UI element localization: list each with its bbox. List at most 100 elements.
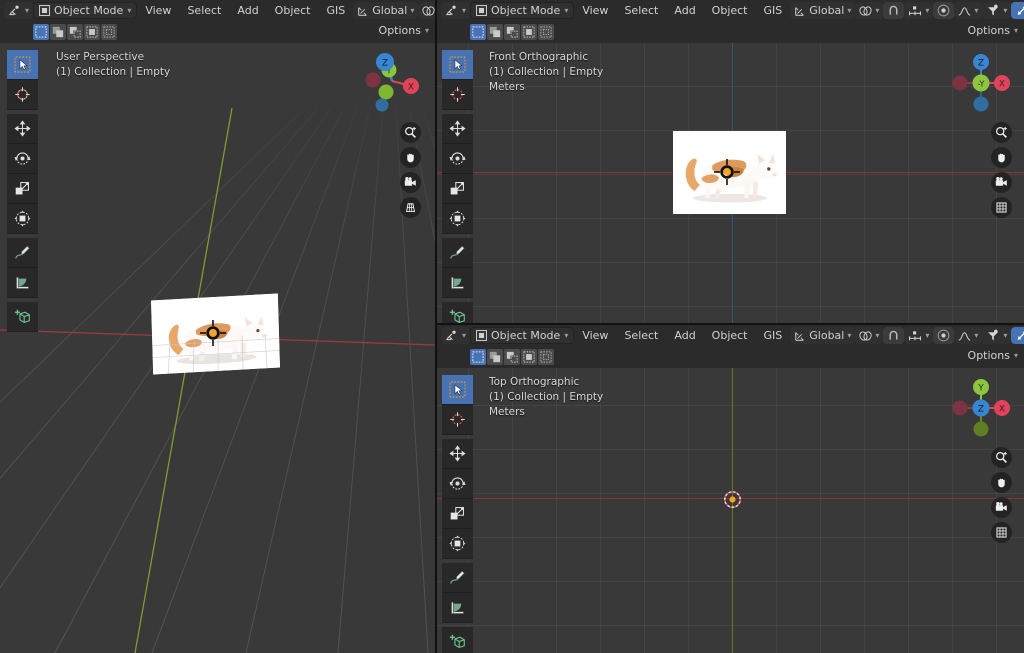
tool-rotate[interactable] [442,144,473,174]
mode-selector[interactable]: Object Mode ▾ [470,327,575,344]
pan-nav-button[interactable] [991,472,1012,493]
menu-add[interactable]: Add [666,328,703,343]
axis-gizmo-front[interactable]: X Z -Y [946,48,1016,118]
tool-cursor[interactable] [7,80,38,110]
tool-transform[interactable] [442,204,473,234]
nav-buttons-left[interactable] [400,122,421,218]
menu-view[interactable]: View [137,3,179,18]
snap-magnet-toggle[interactable] [883,2,905,19]
pivot-point-selector[interactable]: ▾ [418,2,435,19]
viewport-header-top[interactable]: ▾ Object Mode ▾ View Select Add Object G… [437,325,1024,368]
proportional-editing-toggle[interactable] [933,327,955,344]
viewport-front-orthographic[interactable]: Front Orthographic (1) Collection | Empt… [437,0,1024,323]
zoom-nav-button[interactable] [991,447,1012,468]
tool-scale[interactable] [7,174,38,204]
tool-move[interactable] [7,114,38,144]
header-row-main[interactable]: ▾ Object Mode ▾ View Select Add Object G… [437,325,1024,346]
header-row-selectmodes[interactable]: Options ▾ [0,21,435,43]
lasso-select-mode[interactable] [521,24,537,40]
menu-object[interactable]: Object [267,3,319,18]
tool-move[interactable] [442,439,473,469]
camera-view-button[interactable] [991,497,1012,518]
transform-orientation-selector[interactable]: Global ▾ [790,327,856,344]
tool-add-cube[interactable] [442,302,473,323]
toggle-ortho-button[interactable] [991,522,1012,543]
zoom-nav-button[interactable] [991,122,1012,143]
proportional-falloff-selector[interactable]: ▾ [954,327,983,344]
snap-target-selector[interactable]: ▾ [904,327,934,344]
tool-scale[interactable] [442,499,473,529]
menu-view[interactable]: View [574,3,616,18]
nav-buttons-front[interactable] [991,122,1012,218]
viewport-user-perspective[interactable]: User Perspective (1) Collection | Empty [0,0,435,653]
circle-select-mode[interactable] [504,349,520,365]
tool-scale[interactable] [442,174,473,204]
gizmo-toggle[interactable] [1011,2,1024,19]
select-extend-mode[interactable] [538,349,554,365]
pan-nav-button[interactable] [991,147,1012,168]
tool-transform[interactable] [442,529,473,559]
options-dropdown-top[interactable]: Options ▾ [968,349,1018,362]
tool-add-cube[interactable] [7,302,38,332]
box-select-mode[interactable] [487,349,503,365]
mode-selector[interactable]: Object Mode ▾ [33,2,138,19]
tool-tweak[interactable] [7,50,38,80]
snap-target-selector[interactable]: ▾ [904,2,934,19]
proportional-falloff-selector[interactable]: ▾ [954,2,983,19]
nav-buttons-top[interactable] [991,447,1012,543]
tweak-select-mode[interactable] [470,349,486,365]
viewport-header-left[interactable]: ▾ Object Mode ▾ View Select Add Object G… [0,0,435,43]
menu-view[interactable]: View [574,328,616,343]
header-row-main[interactable]: ▾ Object Mode ▾ View Select Add Object G… [0,0,435,21]
tool-move[interactable] [442,114,473,144]
tool-rotate[interactable] [7,144,38,174]
menu-add[interactable]: Add [666,3,703,18]
tool-annotate[interactable] [442,563,473,593]
box-select-mode[interactable] [487,24,503,40]
axis-gizmo-left[interactable]: X Y Z [359,48,425,114]
mode-selector[interactable]: Object Mode ▾ [470,2,575,19]
select-mode-group[interactable] [470,24,554,40]
tool-measure[interactable] [7,268,38,298]
tool-cursor[interactable] [442,80,473,110]
transform-orientation-selector[interactable]: Global ▾ [790,2,856,19]
menu-object[interactable]: Object [704,3,756,18]
menu-gis[interactable]: GIS [319,3,354,18]
select-mode-group[interactable] [33,24,117,40]
circle-select-mode[interactable] [67,24,83,40]
tool-measure[interactable] [442,268,473,298]
tool-measure[interactable] [442,593,473,623]
tool-rotate[interactable] [442,469,473,499]
select-mode-group[interactable] [470,349,554,365]
tool-add-cube[interactable] [442,627,473,653]
editor-type-icon[interactable]: ▾ [441,2,471,19]
menu-object[interactable]: Object [704,328,756,343]
header-row-main[interactable]: ▾ Object Mode ▾ View Select Add Object G… [437,0,1024,21]
circle-select-mode[interactable] [504,24,520,40]
camera-view-button[interactable] [991,172,1012,193]
camera-view-button[interactable] [400,172,421,193]
viewport-toolbar-left[interactable] [7,50,38,332]
header-row-selectmodes[interactable]: Options ▾ [437,21,1024,43]
menu-gis[interactable]: GIS [756,3,791,18]
tool-cursor[interactable] [442,405,473,435]
pivot-point-selector[interactable]: ▾ [855,2,884,19]
menu-select[interactable]: Select [616,3,666,18]
transform-orientation-selector[interactable]: Global ▾ [353,2,419,19]
select-extend-mode[interactable] [101,24,117,40]
pan-nav-button[interactable] [400,147,421,168]
tool-tweak[interactable] [442,375,473,405]
options-dropdown-left[interactable]: Options ▾ [379,24,429,37]
menu-gis[interactable]: GIS [756,328,791,343]
pivot-point-selector[interactable]: ▾ [855,327,884,344]
object-visibility-selector[interactable]: ▾ [982,2,1012,19]
lasso-select-mode[interactable] [521,349,537,365]
object-visibility-selector[interactable]: ▾ [982,327,1012,344]
viewport-top-orthographic[interactable]: Top Orthographic (1) Collection | Empty … [437,325,1024,653]
editor-type-icon[interactable]: ▾ [441,327,471,344]
header-row-selectmodes[interactable]: Options ▾ [437,346,1024,368]
select-extend-mode[interactable] [538,24,554,40]
viewport-toolbar-top[interactable] [442,375,473,653]
menu-select[interactable]: Select [179,3,229,18]
tweak-select-mode[interactable] [33,24,49,40]
